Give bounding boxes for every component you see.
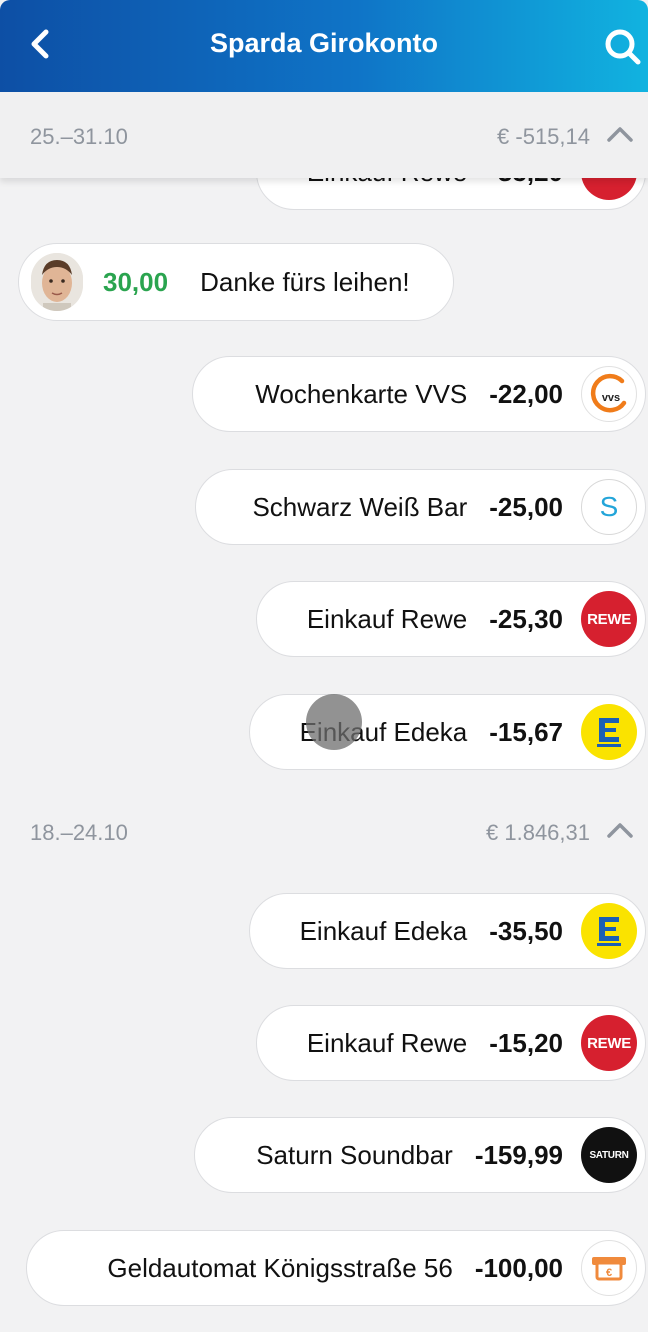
vvs-logo: vvs bbox=[581, 366, 637, 422]
transaction-label: Schwarz Weiß Bar bbox=[252, 491, 468, 522]
transaction-label: Einkauf Rewe bbox=[306, 603, 468, 634]
transaction-amount: -35,50 bbox=[489, 915, 563, 946]
transaction-amount: -25,00 bbox=[489, 491, 563, 522]
svg-text:vvs: vvs bbox=[602, 392, 620, 404]
transaction-label: Wochenkarte VVS bbox=[255, 378, 468, 409]
transaction-bubble[interactable]: Einkauf Rewe -15,20 REWE bbox=[256, 1005, 646, 1081]
s-logo: S bbox=[581, 479, 637, 535]
atm-icon: € bbox=[581, 1240, 637, 1296]
incoming-transfer-bubble[interactable]: 30,00 Danke fürs leihen! bbox=[18, 243, 454, 321]
week-total: € -515,14 bbox=[497, 124, 590, 149]
transaction-label: Geldautomat Königsstraße 56 bbox=[107, 1252, 453, 1283]
search-icon[interactable] bbox=[600, 24, 644, 68]
transaction-bubble[interactable]: Wochenkarte VVS -22,00 vvs bbox=[192, 356, 646, 432]
touch-indicator bbox=[306, 694, 362, 750]
chevron-up-icon[interactable] bbox=[604, 814, 636, 846]
transaction-amount: -159,99 bbox=[474, 1139, 563, 1170]
rewe-logo: REWE bbox=[581, 1015, 637, 1071]
transaction-bubble[interactable]: Geldautomat Königsstraße 56 -100,00 € bbox=[26, 1230, 646, 1306]
svg-text:€: € bbox=[606, 1267, 612, 1279]
week-range: 25.–31.10 bbox=[30, 124, 128, 149]
transaction-label: Einkauf Edeka bbox=[299, 915, 468, 946]
saturn-logo: SATURN bbox=[581, 1127, 637, 1183]
transaction-label: Einkauf Rewe bbox=[306, 1027, 468, 1058]
transaction-amount: -15,67 bbox=[489, 716, 563, 747]
page-title: Sparda Girokonto bbox=[209, 28, 439, 58]
transaction-bubble[interactable]: Schwarz Weiß Bar -25,00 S bbox=[195, 469, 646, 545]
transaction-amount: -22,00 bbox=[489, 378, 563, 409]
transaction-bubble[interactable]: Einkauf Edeka -35,50 bbox=[249, 893, 646, 969]
incoming-message: Danke fürs leihen! bbox=[200, 266, 410, 297]
incoming-amount: 30,00 bbox=[103, 266, 169, 297]
chevron-up-icon[interactable] bbox=[604, 118, 636, 150]
avatar bbox=[31, 253, 83, 311]
app-header: Sparda Girokonto bbox=[0, 0, 648, 92]
rewe-logo: REWE bbox=[581, 591, 637, 647]
week-header: 25.–31.10 € -515,14 bbox=[0, 92, 648, 178]
edeka-logo bbox=[581, 903, 637, 959]
week-total: € 1.846,31 bbox=[486, 820, 590, 845]
transaction-bubble[interactable]: Einkauf Rewe -25,30 REWE bbox=[256, 581, 646, 657]
transaction-amount: -100,00 bbox=[474, 1252, 563, 1283]
edeka-logo bbox=[581, 704, 637, 760]
transaction-amount: -25,30 bbox=[489, 603, 563, 634]
week-range: 18.–24.10 bbox=[30, 820, 128, 845]
transaction-bubble[interactable]: Saturn Soundbar -159,99 SATURN bbox=[194, 1117, 646, 1193]
transaction-amount: -15,20 bbox=[489, 1027, 563, 1058]
transaction-label: Saturn Soundbar bbox=[256, 1139, 453, 1170]
week-header: 18.–24.10 € 1.846,31 bbox=[0, 788, 648, 874]
